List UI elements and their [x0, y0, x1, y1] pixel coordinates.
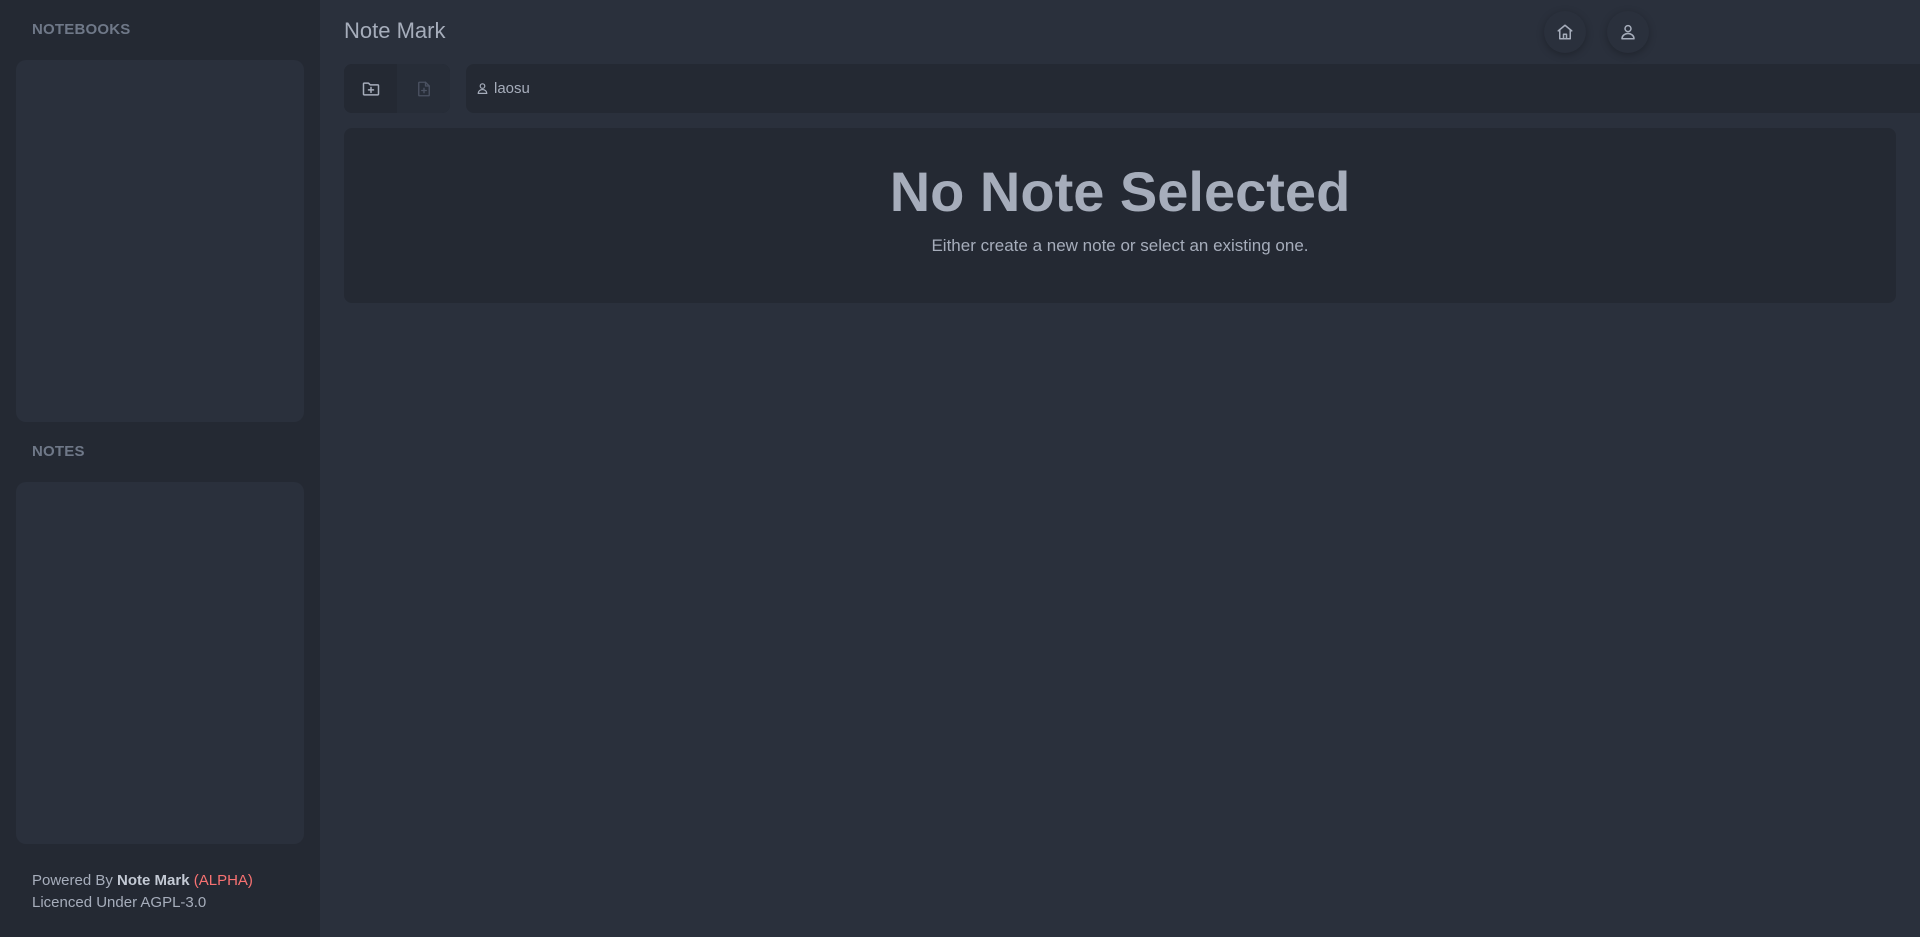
user-small-icon: [476, 82, 489, 95]
sidebar-footer: Powered By Note Mark (ALPHA) Licenced Un…: [32, 870, 253, 914]
notes-list[interactable]: [16, 482, 304, 844]
user-icon: [1619, 23, 1637, 41]
powered-by-text: Powered By: [32, 872, 113, 889]
breadcrumb: laosu: [466, 64, 1920, 113]
empty-state-subtitle: Either create a new note or select an ex…: [931, 236, 1309, 255]
toolbar-actions: [344, 64, 450, 113]
licence-text: Licenced Under AGPL-3.0: [32, 894, 207, 911]
sidebar: NOTEBOOKS NOTES Powered By Note Mark (AL…: [0, 0, 320, 937]
footer-brand: Note Mark: [117, 872, 190, 889]
notebooks-list[interactable]: [16, 60, 304, 422]
notes-heading: NOTES: [32, 443, 85, 460]
new-notebook-button[interactable]: [344, 64, 397, 113]
main-content: Note Mark laosu No Note Selected Either …: [320, 0, 1920, 937]
user-menu-button[interactable]: [1607, 11, 1649, 53]
empty-state-title: No Note Selected: [889, 160, 1351, 223]
breadcrumb-username: laosu: [494, 80, 530, 97]
new-note-button[interactable]: [397, 64, 450, 113]
powered-by-line: Powered By Note Mark (ALPHA): [32, 870, 253, 892]
notebooks-heading: NOTEBOOKS: [32, 21, 131, 38]
app-title[interactable]: Note Mark: [344, 18, 445, 44]
home-button[interactable]: [1544, 11, 1586, 53]
folder-plus-icon: [361, 79, 381, 99]
file-plus-icon: [415, 80, 433, 98]
breadcrumb-user[interactable]: laosu: [476, 80, 530, 97]
alpha-badge: (ALPHA): [193, 872, 253, 889]
home-icon: [1556, 23, 1574, 41]
empty-state-card: No Note Selected Either create a new not…: [344, 128, 1896, 303]
app: NOTEBOOKS NOTES Powered By Note Mark (AL…: [0, 0, 1920, 937]
